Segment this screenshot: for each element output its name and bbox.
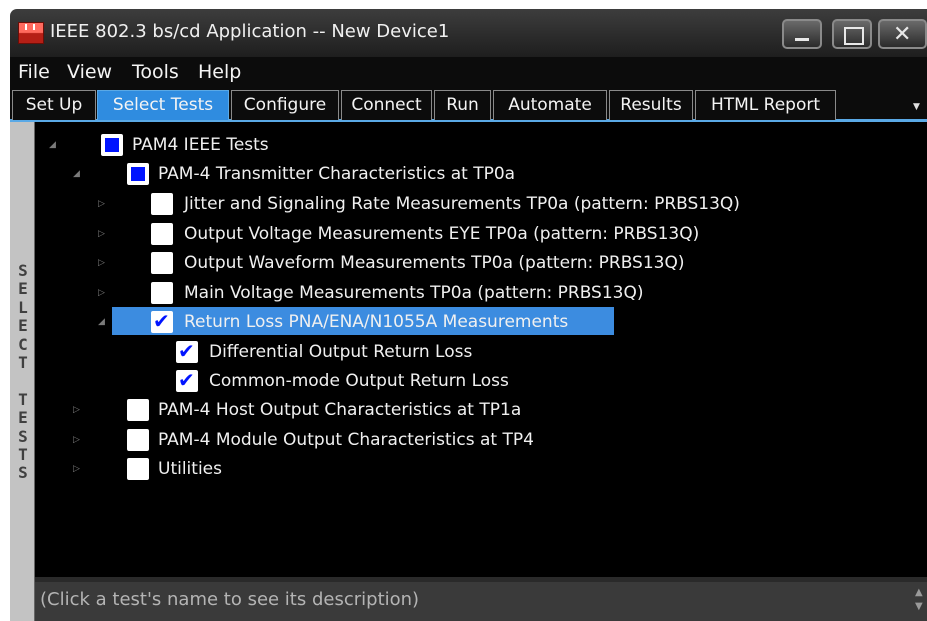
collapse-arrow-icon[interactable]: ◢ [49,140,56,150]
tree-node-label[interactable]: PAM4 IEEE Tests [132,135,269,155]
tree-node-label[interactable]: PAM-4 Host Output Characteristics at TP1… [158,400,521,420]
menu-file[interactable]: File [18,61,50,83]
tab-run[interactable]: Run [434,90,491,120]
side-label: SELECT TESTS [18,261,28,483]
expand-arrow-icon[interactable]: ▷ [98,258,105,268]
expand-arrow-icon[interactable]: ▷ [73,435,80,445]
tab-set-up[interactable]: Set Up [12,90,96,120]
menu-tools[interactable]: Tools [132,61,179,83]
tree-node-label[interactable]: Output Voltage Measurements EYE TP0a (pa… [184,224,699,244]
scroll-arrows-icon[interactable]: ▲ ▼ [915,586,923,614]
tree-node-label[interactable]: PAM-4 Module Output Characteristics at T… [158,430,534,450]
tree-node-label[interactable]: Differential Output Return Loss [209,342,472,362]
collapse-arrow-icon[interactable]: ◢ [98,317,105,327]
tree-node-label[interactable]: Common-mode Output Return Loss [209,371,509,391]
checkbox-unchecked[interactable] [127,429,149,451]
expand-arrow-icon[interactable]: ▷ [98,288,105,298]
description-panel: (Click a test's name to see its descript… [35,582,927,621]
title-bar: IEEE 802.3 bs/cd Application -- New Devi… [10,9,927,57]
checkbox-unchecked[interactable] [151,252,173,274]
tab-configure[interactable]: Configure [231,90,339,120]
tab-bar: Set Up Select Tests Configure Connect Ru… [10,88,927,122]
window-title: IEEE 802.3 bs/cd Application -- New Devi… [50,21,450,42]
tree-node-label[interactable]: Jitter and Signaling Rate Measurements T… [184,194,740,214]
description-text: (Click a test's name to see its descript… [40,589,420,610]
expand-arrow-icon[interactable]: ▷ [98,199,105,209]
collapse-arrow-icon[interactable]: ◢ [73,169,80,179]
tab-select-tests[interactable]: Select Tests [97,90,229,120]
expand-arrow-icon[interactable]: ▷ [98,229,105,239]
checkbox-partial[interactable] [101,134,123,156]
checkbox-unchecked[interactable] [151,193,173,215]
tree-node-label[interactable]: Main Voltage Measurements TP0a (pattern:… [184,283,644,303]
tree-node-label[interactable]: PAM-4 Transmitter Characteristics at TP0… [158,164,515,184]
tab-html-report[interactable]: HTML Report [695,90,836,120]
checkbox-unchecked[interactable] [127,399,149,421]
app-icon [18,22,44,44]
menu-help[interactable]: Help [198,61,241,83]
maximize-button[interactable] [832,19,872,49]
close-button[interactable] [878,19,927,49]
checkbox-unchecked[interactable] [151,282,173,304]
expand-arrow-icon[interactable]: ▷ [73,464,80,474]
checkbox-checked[interactable] [176,368,198,392]
checkbox-checked[interactable] [151,309,173,333]
side-panel: SELECT TESTS [10,122,35,621]
menu-view[interactable]: View [67,61,112,83]
tab-overflow-arrow-icon[interactable]: ▼ [913,102,920,112]
tree-node-label[interactable]: Utilities [158,459,222,479]
checkbox-unchecked[interactable] [151,223,173,245]
tab-connect[interactable]: Connect [341,90,432,120]
tree-node-label[interactable]: Output Waveform Measurements TP0a (patte… [184,253,685,273]
tab-automate[interactable]: Automate [493,90,607,120]
expand-arrow-icon[interactable]: ▷ [73,405,80,415]
tree-node-label[interactable]: Return Loss PNA/ENA/N1055A Measurements [184,312,568,332]
checkbox-partial[interactable] [127,163,149,185]
minimize-button[interactable] [782,19,822,49]
test-tree: ◢ PAM4 IEEE Tests ◢ PAM-4 Transmitter Ch… [35,122,927,577]
checkbox-unchecked[interactable] [127,458,149,480]
checkbox-checked[interactable] [176,339,198,363]
menu-bar: File View Tools Help [10,57,927,88]
tab-results[interactable]: Results [609,90,693,120]
